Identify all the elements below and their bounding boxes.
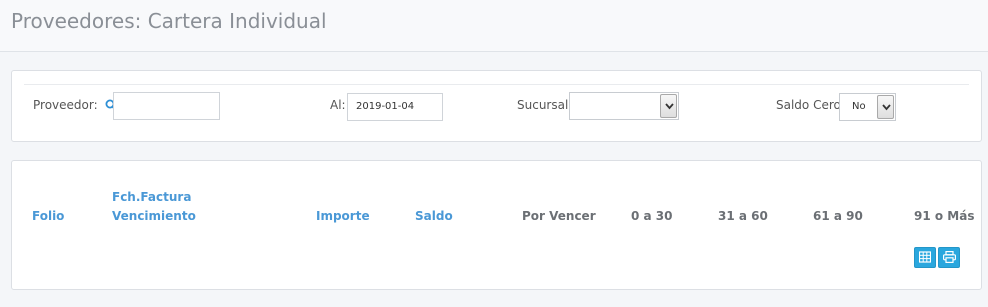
- column-header-fch-factura[interactable]: Fch.Factura: [112, 190, 191, 204]
- al-date-input[interactable]: 2019-01-04: [347, 93, 443, 121]
- chevron-down-icon: [877, 95, 894, 119]
- column-header-0-30: 0 a 30: [631, 209, 673, 223]
- column-header-folio[interactable]: Folio: [32, 209, 64, 223]
- page-title: Proveedores: Cartera Individual: [11, 9, 327, 33]
- column-header-31-60: 31 a 60: [718, 209, 768, 223]
- filter-panel: Proveedor: Al: 2019-01-04 Sucursal: Sald…: [11, 70, 982, 142]
- filter-divider: [24, 84, 969, 85]
- column-header-saldo[interactable]: Saldo: [415, 209, 453, 223]
- print-button[interactable]: [938, 247, 960, 268]
- proveedor-label: Proveedor:: [33, 98, 98, 112]
- table-panel: Folio Fch.Factura Vencimiento Importe Sa…: [11, 160, 982, 290]
- saldo-cero-label: Saldo Cero:: [776, 98, 845, 112]
- column-header-91-mas: 91 o Más: [914, 209, 975, 223]
- chevron-down-icon: [660, 94, 677, 118]
- column-header-vencimiento[interactable]: Vencimiento: [112, 209, 196, 223]
- column-header-61-90: 61 a 90: [813, 209, 863, 223]
- saldo-cero-value: No: [852, 101, 866, 112]
- column-header-importe[interactable]: Importe: [316, 209, 370, 223]
- proveedor-input[interactable]: [113, 92, 220, 120]
- sucursal-label: Sucursal:: [517, 98, 573, 112]
- page-header: Proveedores: Cartera Individual: [0, 0, 988, 52]
- saldo-cero-select[interactable]: No: [839, 93, 896, 121]
- export-table-button[interactable]: [914, 247, 936, 268]
- sucursal-select[interactable]: [569, 92, 679, 120]
- column-header-por-vencer: Por Vencer: [522, 209, 596, 223]
- al-label: Al:: [330, 98, 346, 112]
